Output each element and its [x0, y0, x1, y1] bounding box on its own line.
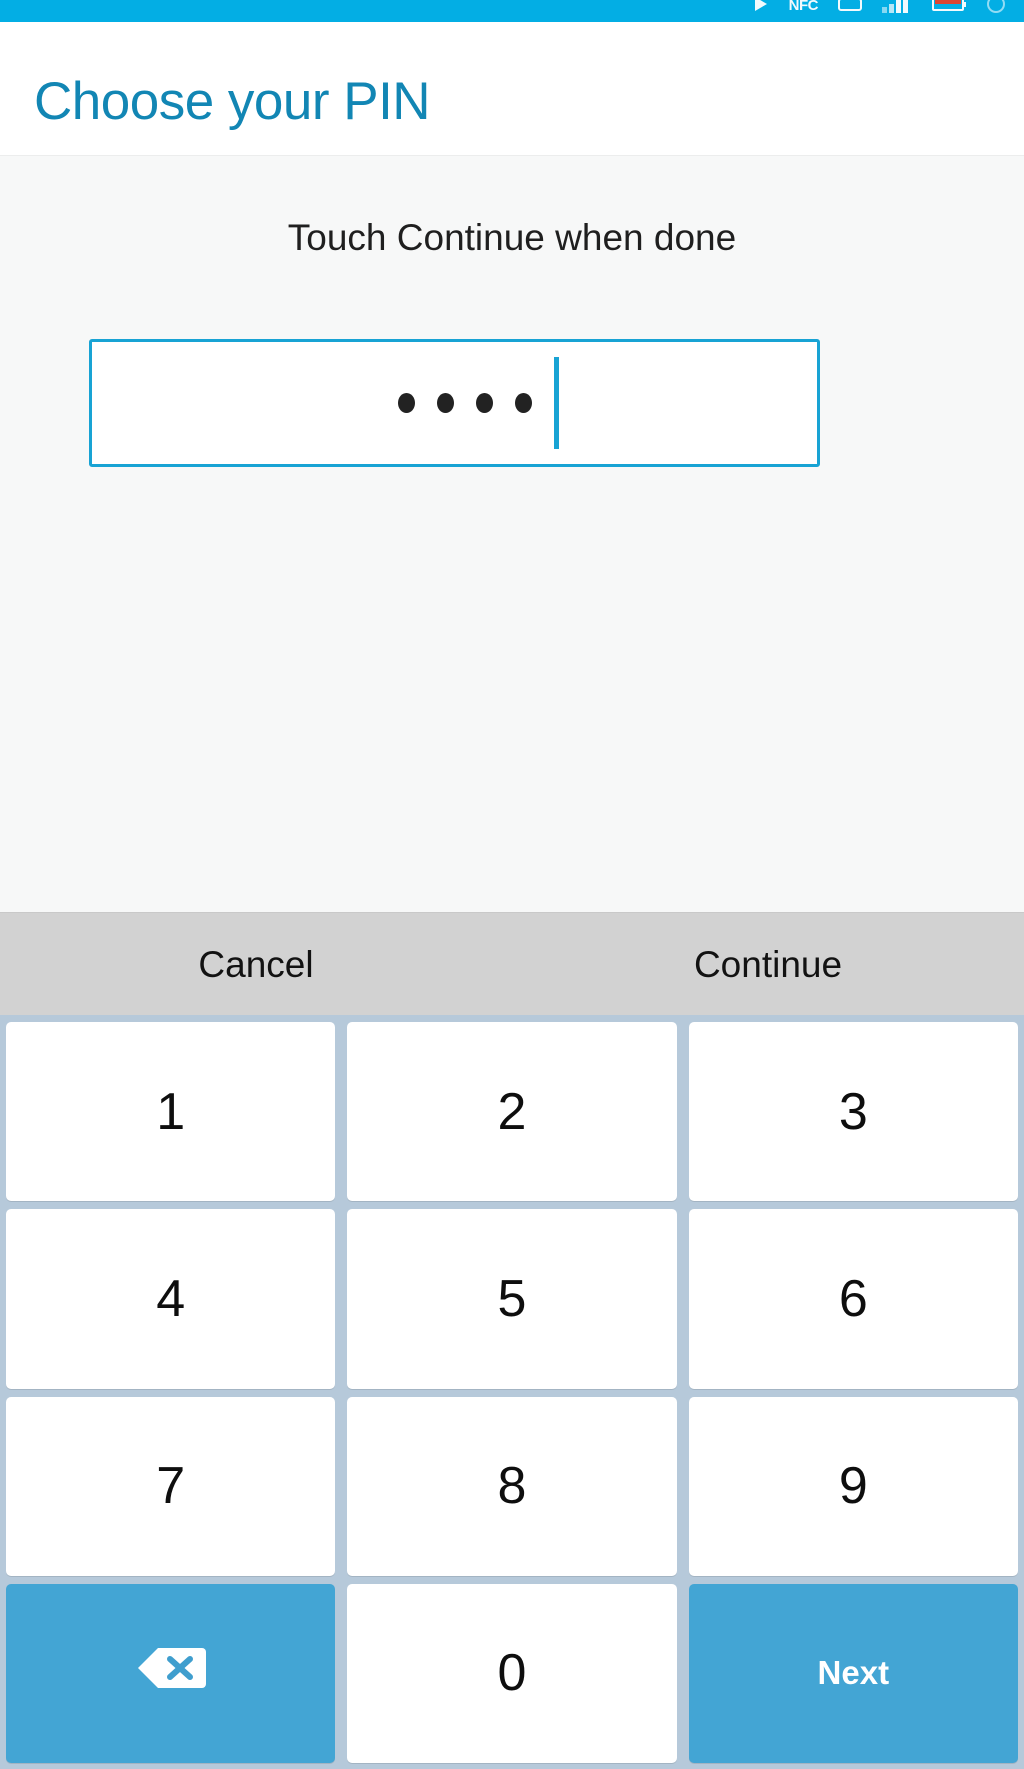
signal-bars-icon	[882, 0, 912, 13]
app-header: Choose your PIN	[0, 22, 1024, 155]
instruction-text: Touch Continue when done	[287, 217, 737, 258]
key-9[interactable]: 9	[688, 1396, 1018, 1576]
key-next[interactable]: Next	[688, 1583, 1018, 1763]
play-icon	[753, 0, 769, 13]
key-7[interactable]: 7	[6, 1396, 336, 1576]
keypad-row: 7 8 9	[6, 1396, 1018, 1576]
key-3[interactable]: 3	[688, 1022, 1018, 1202]
cancel-button[interactable]: Cancel	[0, 913, 512, 1016]
keypad-row: 0 Next	[6, 1583, 1018, 1763]
pin-dot	[515, 393, 532, 413]
sd-card-icon	[838, 0, 862, 13]
keypad-row: 1 2 3	[6, 1022, 1018, 1202]
pin-dots	[398, 393, 532, 413]
key-1[interactable]: 1	[6, 1022, 336, 1202]
pin-input[interactable]	[89, 339, 820, 467]
status-bar: NFC	[0, 0, 1024, 22]
pin-value-wrapper	[398, 357, 559, 449]
key-8[interactable]: 8	[347, 1396, 677, 1576]
keypad-row: 4 5 6	[6, 1209, 1018, 1389]
pin-dot	[476, 393, 493, 413]
clock-icon	[986, 0, 1006, 13]
pin-dot	[437, 393, 454, 413]
page-title: Choose your PIN	[34, 72, 431, 131]
key-2[interactable]: 2	[347, 1022, 677, 1202]
key-0[interactable]: 0	[347, 1583, 677, 1763]
battery-icon	[932, 0, 966, 13]
text-caret	[554, 357, 559, 449]
status-icon-group: NFC	[753, 0, 1006, 13]
backspace-icon	[136, 1643, 206, 1703]
pin-dot	[398, 393, 415, 413]
key-backspace[interactable]	[6, 1583, 336, 1763]
key-4[interactable]: 4	[6, 1209, 336, 1389]
nfc-icon: NFC	[788, 0, 819, 14]
key-6[interactable]: 6	[688, 1209, 1018, 1389]
key-5[interactable]: 5	[347, 1209, 677, 1389]
continue-button[interactable]: Continue	[512, 913, 1024, 1016]
dialog-action-bar: Cancel Continue	[0, 912, 1024, 1015]
numeric-keypad: 1 2 3 4 5 6 7 8 9 0 Next	[0, 1015, 1024, 1769]
content-area: Touch Continue when done	[0, 155, 1024, 912]
